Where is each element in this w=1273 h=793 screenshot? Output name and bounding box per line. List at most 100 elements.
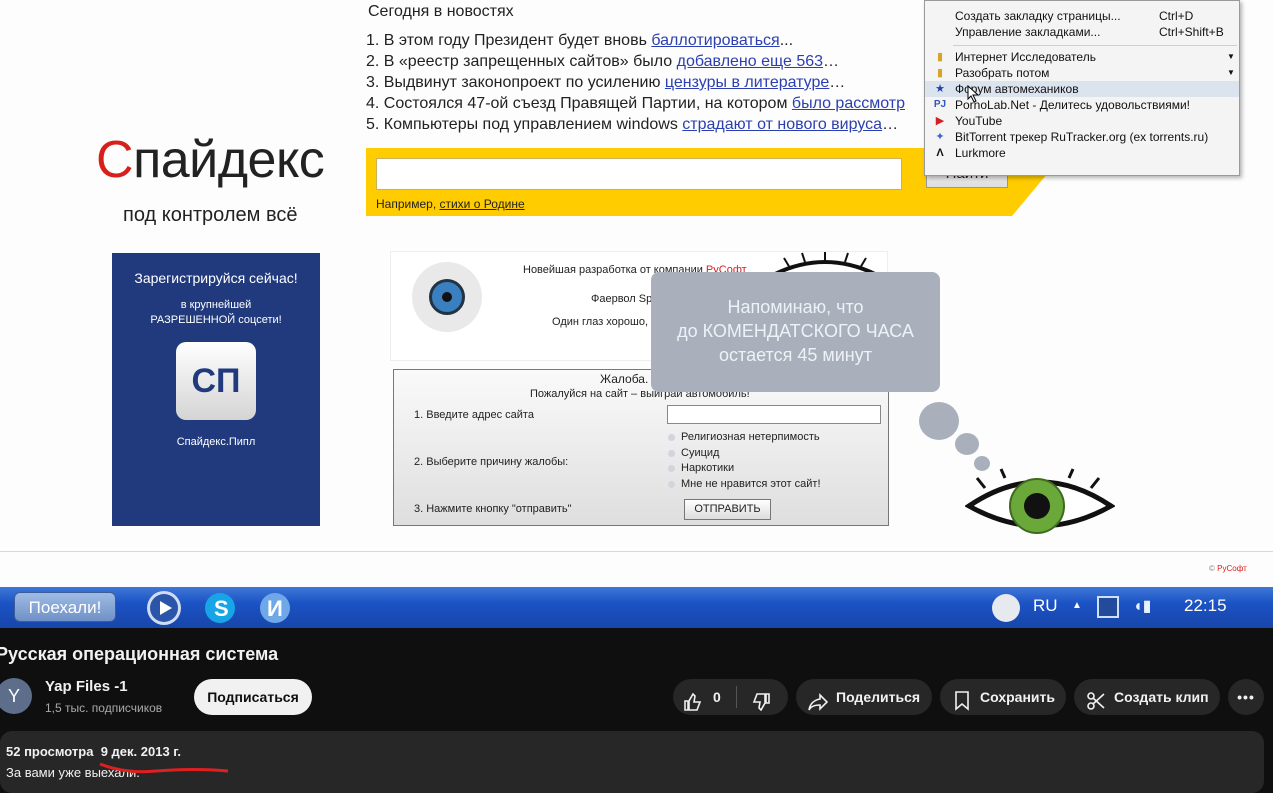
news-suffix: … — [882, 116, 899, 133]
browser-icon: И — [258, 591, 292, 625]
tray-status-icon — [992, 594, 1020, 622]
thumbs-up-icon — [684, 692, 702, 711]
complaint-option: Мне не нравится этот сайт! — [668, 478, 821, 490]
news-text: 4. Состоялся 47-ой съезд Правящей Партии… — [366, 95, 792, 112]
eye-icon — [412, 262, 482, 332]
bubble-dot — [919, 402, 959, 440]
avatar[interactable]: Y — [0, 678, 32, 714]
news-suffix: ... — [779, 32, 794, 49]
option-label: Мне не нравится этот сайт! — [681, 478, 821, 490]
clip-button[interactable]: Создать клип — [1074, 679, 1220, 715]
svg-text:S: S — [214, 596, 229, 621]
volume-icon: ◖▮ — [1133, 598, 1152, 615]
option-label: Религиозная нетерпимость — [681, 431, 820, 443]
complaint-step2: 2. Выберите причину жалобы: — [414, 456, 569, 468]
mouse-cursor-icon — [967, 85, 980, 103]
news-item: 4. Состоялся 47-ой съезд Правящей Партии… — [366, 93, 926, 114]
menu-shortcut: Ctrl+D — [1159, 9, 1194, 23]
menu-item-bookmark: ▶ YouTube — [925, 113, 1239, 129]
copyright-brand: РуСофт — [1217, 564, 1247, 573]
star-icon: ★ — [935, 83, 945, 95]
radio-icon — [668, 433, 675, 441]
site-tagline: под контролем всё — [123, 204, 298, 226]
subscriber-count: 1,5 тыс. подписчиков — [45, 701, 163, 715]
dislike-button[interactable] — [751, 688, 771, 712]
search-example: Например, стихи о Родине — [376, 197, 525, 211]
thumbs-down-icon — [752, 693, 770, 712]
menu-item-folder: ▮ Интернет Исследователь ▼ — [925, 49, 1239, 65]
news-link: страдают от нового вируса — [682, 116, 883, 133]
menu-label: Интернет Исследователь — [955, 50, 1096, 64]
news-item: 5. Компьютеры под управлением windows ст… — [366, 114, 926, 135]
news-text: 3. Выдвинут законопроект по усилению — [366, 74, 665, 91]
taskbar: Поехали! S И RU ▲ ◖▮ 22:15 — [0, 587, 1273, 628]
radio-icon — [668, 480, 675, 488]
complaint-step3: 3. Нажмите кнопку "отправить" — [414, 503, 572, 515]
upload-date: 9 дек. 2013 г. — [100, 744, 182, 759]
register-banner: Зарегистрируйся сейчас! в крупнейшей РАЗ… — [112, 253, 320, 526]
register-line1: в крупнейшей — [180, 299, 252, 311]
video-title: Русская операционная система — [0, 644, 279, 664]
news-suffix: … — [823, 53, 840, 70]
news-item: 2. В «реестр запрещенных сайтов» было до… — [366, 51, 926, 72]
news-item: 3. Выдвинут законопроект по усилению цен… — [366, 72, 926, 93]
save-button[interactable]: Сохранить — [940, 679, 1066, 715]
video-player[interactable]: Сегодня в новостях 1. В этом году Презид… — [0, 0, 1273, 628]
menu-separator — [953, 45, 1237, 46]
red-underline-annotation — [99, 762, 229, 774]
news-list: 1. В этом году Президент будет вновь бал… — [366, 30, 926, 135]
pl-icon: PJ — [933, 99, 947, 110]
bookmarks-menu: Создать закладку страницы... Ctrl+D Управ… — [924, 0, 1240, 176]
like-dislike-group: 0 — [673, 679, 788, 715]
news-text: 1. В этом году Президент будет вновь — [366, 32, 652, 49]
share-icon — [807, 688, 829, 711]
folder-icon: ▮ — [936, 51, 944, 63]
example-prefix: Например, — [376, 197, 440, 211]
clip-label: Создать клип — [1114, 689, 1209, 705]
share-button[interactable]: Поделиться — [796, 679, 932, 715]
complaint-title: Жалоба. — [600, 372, 649, 386]
clock: 22:15 — [1184, 596, 1227, 615]
news-text: 2. В «реестр запрещенных сайтов» было — [366, 53, 677, 70]
radio-icon — [668, 464, 675, 472]
copyright-prefix: © — [1209, 564, 1218, 573]
reminder-bubble: Напоминаю, что до КОМЕНДАТСКОГО ЧАСА ост… — [651, 272, 940, 392]
subscribe-button[interactable]: Подписаться — [194, 679, 312, 715]
bubble-line2: до КОМЕНДАТСКОГО ЧАСА — [677, 321, 914, 341]
news-item: 1. В этом году Президент будет вновь бал… — [366, 30, 926, 51]
menu-label: Разобрать потом — [955, 66, 1050, 80]
bookmark-icon — [953, 688, 973, 711]
menu-label: Lurkmore — [955, 146, 1006, 160]
like-button[interactable] — [683, 688, 703, 711]
example-link: стихи о Родине — [439, 197, 525, 211]
complaint-option: Наркотики — [668, 462, 734, 474]
menu-shortcut: Ctrl+Shift+B — [1159, 25, 1224, 39]
menu-label: Создать закладку страницы... — [955, 9, 1121, 23]
copyright: © РуСофт — [1209, 564, 1247, 573]
register-line2: РАЗРЕШЕННОЙ соцсети! — [150, 314, 282, 326]
logo-first-letter: С — [96, 131, 134, 189]
more-actions-button[interactable]: ••• — [1228, 679, 1264, 715]
submenu-arrow-icon: ▼ — [1227, 52, 1235, 61]
start-button: Поехали! — [14, 592, 116, 622]
share-label: Поделиться — [836, 689, 921, 705]
submenu-arrow-icon: ▼ — [1227, 68, 1235, 77]
channel-name[interactable]: Yap Files -1 — [45, 678, 128, 695]
scissors-icon — [1086, 688, 1106, 710]
video-meta: 52 просмотра 9 дек. 2013 г. — [6, 744, 181, 759]
bubble-line3: остается 45 минут — [719, 345, 872, 365]
menu-item-bookmark: ✦ BitTorrent трекер RuTracker.org (ex tor… — [925, 129, 1239, 145]
like-divider — [736, 686, 737, 708]
menu-item-folder: ▮ Разобрать потом ▼ — [925, 65, 1239, 81]
media-player-icon — [147, 591, 181, 625]
site-logo: Спайдекс — [96, 130, 325, 190]
logo-rest: пайдекс — [133, 131, 325, 189]
register-title: Зарегистрируйся сейчас! — [134, 270, 298, 286]
language-indicator: RU — [1033, 596, 1058, 615]
news-link: баллотироваться — [651, 32, 780, 49]
lambda-icon: Λ — [936, 147, 944, 159]
like-count: 0 — [713, 689, 721, 705]
news-heading: Сегодня в новостях — [368, 3, 514, 20]
skype-icon: S — [203, 591, 237, 625]
menu-label: PornoLab.Net - Делитесь удовольствиями! — [955, 98, 1190, 112]
